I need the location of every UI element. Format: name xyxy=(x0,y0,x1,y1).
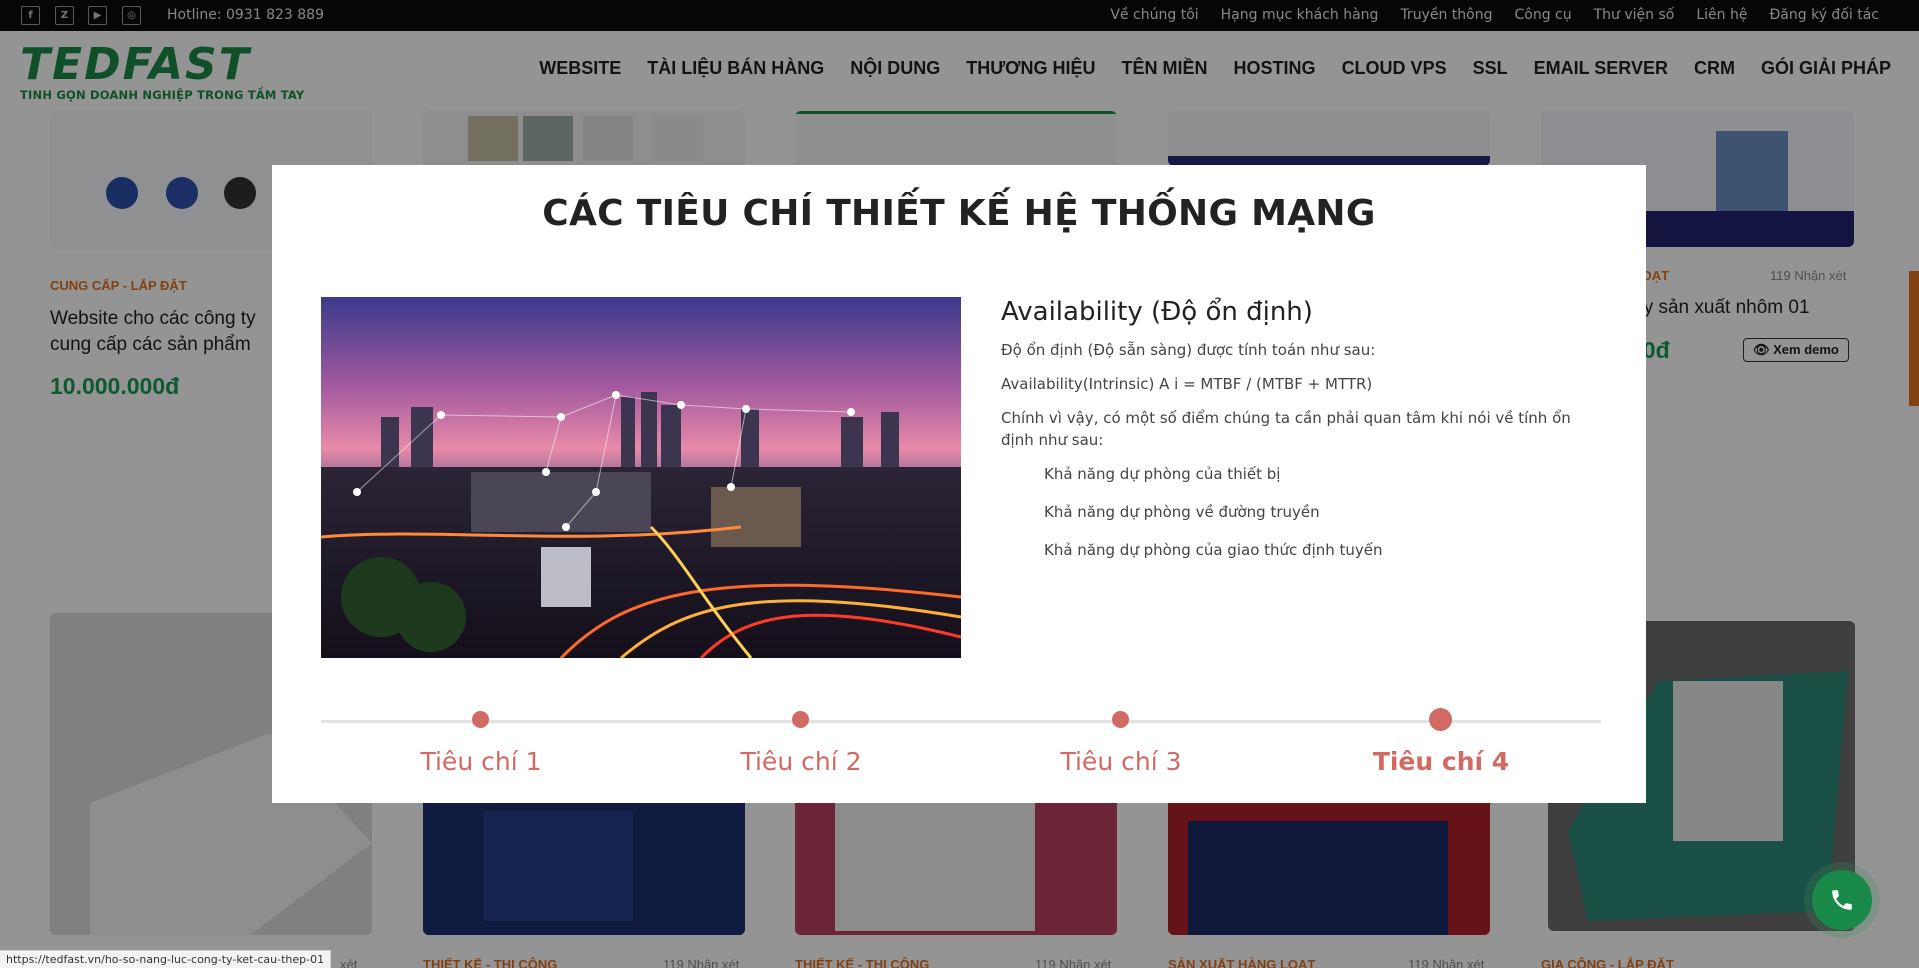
timeline-dot-2[interactable] xyxy=(792,711,809,728)
list-item: Khả năng dự phòng về đường truyền xyxy=(1044,503,1320,521)
list-item: Khả năng dự phòng của thiết bị xyxy=(1044,465,1281,483)
phone-icon xyxy=(1832,890,1852,910)
network-city-image xyxy=(321,297,961,658)
timeline-track xyxy=(321,720,1601,723)
criteria-list: Khả năng dự phòng của thiết bị Khả năng … xyxy=(1001,463,1601,561)
criteria-paragraph: Chính vì vậy, có một số điểm chúng ta cầ… xyxy=(1001,409,1571,449)
tab-criteria-2[interactable]: Tiêu chí 2 xyxy=(681,747,921,776)
call-button[interactable] xyxy=(1812,870,1872,930)
timeline-dot-4[interactable] xyxy=(1429,708,1452,731)
criteria-modal: CÁC TIÊU CHÍ THIẾT KẾ HỆ THỐNG MẠNG Avai… xyxy=(272,165,1646,803)
browser-status-url: https://tedfast.vn/ho-so-nang-luc-cong-t… xyxy=(0,950,332,968)
city-night-illustration xyxy=(321,297,961,658)
criteria-heading: Availability (Độ ổn định) xyxy=(1001,297,1313,327)
tab-criteria-1[interactable]: Tiêu chí 1 xyxy=(361,747,601,776)
timeline-dot-1[interactable] xyxy=(472,711,489,728)
modal-title: CÁC TIÊU CHÍ THIẾT KẾ HỆ THỐNG MẠNG xyxy=(542,193,1376,234)
criteria-paragraph: Độ ổn định (Độ sẵn sàng) được tính toán … xyxy=(1001,341,1376,359)
list-item: Khả năng dự phòng của giao thức định tuy… xyxy=(1044,541,1383,559)
criteria-formula: Availability(Intrinsic) A i = MTBF / (MT… xyxy=(1001,375,1373,393)
tab-criteria-3[interactable]: Tiêu chí 3 xyxy=(1001,747,1241,776)
criteria-description: Availability (Độ ổn định) Độ ổn định (Độ… xyxy=(1001,297,1601,577)
tab-criteria-4[interactable]: Tiêu chí 4 xyxy=(1321,747,1561,776)
timeline-dot-3[interactable] xyxy=(1112,711,1129,728)
